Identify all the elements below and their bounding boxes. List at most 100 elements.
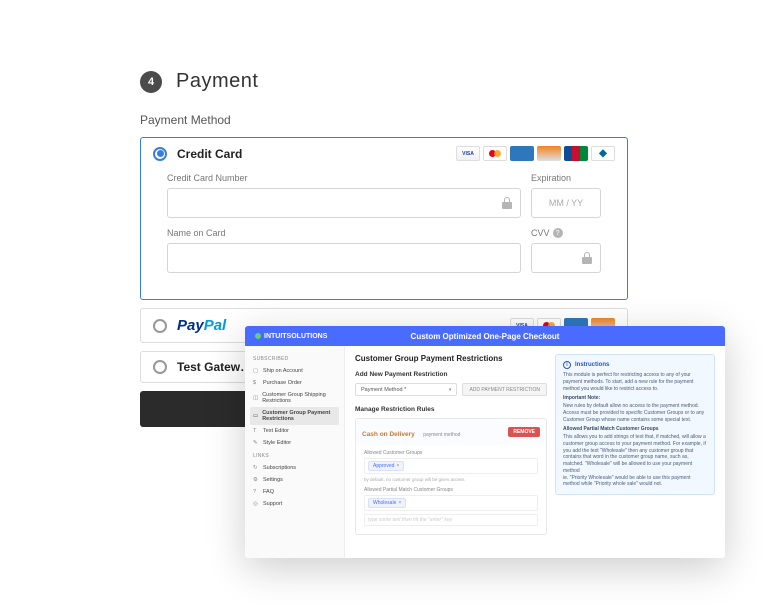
instructions-sub1: Important Note:: [563, 395, 707, 402]
paypal-logo: PayPal: [177, 317, 226, 334]
lock-icon: [582, 252, 592, 264]
cvv-input[interactable]: [531, 243, 601, 273]
instructions-p2: New rules by default allow no access to …: [563, 403, 707, 423]
help-icon[interactable]: ?: [553, 228, 563, 238]
payment-method-dropdown[interactable]: Payment Method * ▾: [355, 383, 457, 396]
partial-groups-label: Allowed Partial Match Customer Groups: [364, 487, 538, 493]
chevron-down-icon: ▾: [449, 387, 452, 393]
allowed-groups-label: Allowed Customer Groups: [364, 450, 538, 456]
add-restriction-heading: Add New Payment Restriction: [355, 371, 547, 378]
chip-approved[interactable]: Approved×: [368, 461, 404, 471]
chip-label: Wholesale: [373, 500, 396, 506]
input-placeholder: type some text then hit the "enter" key: [368, 517, 452, 523]
visa-icon: VISA: [456, 146, 480, 161]
amex-icon: [510, 146, 534, 161]
default-note: by default, no customer group will be gi…: [364, 477, 538, 482]
chip-remove-icon[interactable]: ×: [398, 500, 401, 506]
name-on-card-field: Name on Card: [167, 228, 521, 273]
card-brand-icons: VISA ◆: [456, 146, 615, 161]
payment-method-label: Payment Method: [140, 113, 628, 127]
allowed-groups-input[interactable]: Approved×: [364, 458, 538, 474]
truck-icon: ◫: [253, 395, 258, 401]
sidebar-heading-links: LINKS: [253, 453, 336, 459]
dollar-icon: $: [253, 380, 259, 386]
sidebar-item-label: Subscriptions: [263, 465, 296, 471]
expiration-placeholder: MM / YY: [549, 198, 583, 208]
sidebar-item-subscriptions[interactable]: ↻ Subscriptions: [250, 462, 339, 474]
expiration-input[interactable]: MM / YY: [531, 188, 601, 218]
brand-text: INTUITSOLUTIONS: [264, 333, 327, 340]
chip-label: Approved: [373, 463, 394, 469]
step-title: Payment: [176, 70, 258, 93]
cvv-row-label: CVV ?: [531, 228, 601, 238]
rule-subtitle: payment method: [423, 432, 460, 438]
sidebar-item-shipping-restrictions[interactable]: ◫ Customer Group Shipping Restrictions: [250, 389, 339, 407]
sidebar-item-label: FAQ: [263, 489, 274, 495]
refresh-icon: ↻: [253, 465, 259, 471]
text-input[interactable]: type some text then hit the "enter" key: [364, 514, 538, 526]
card-number-label: Credit Card Number: [167, 173, 521, 183]
payment-option-label: Credit Card: [177, 147, 242, 161]
name-on-card-label: Name on Card: [167, 228, 521, 238]
rule-name: Cash on Delivery: [362, 431, 415, 438]
question-icon: ?: [253, 489, 259, 495]
name-on-card-input[interactable]: [167, 243, 521, 273]
sidebar-item-ship-on-account[interactable]: ▢ Ship on Account: [250, 365, 339, 377]
sidebar-item-style-editor[interactable]: ✎Style Editor: [250, 437, 339, 449]
payment-option-label: Test Gatew…: [177, 360, 252, 374]
dropdown-label: Payment Method *: [361, 387, 406, 393]
page-heading: Customer Group Payment Restrictions: [355, 354, 547, 363]
sidebar-item-label: Support: [263, 501, 282, 507]
chip-remove-icon[interactable]: ×: [396, 463, 399, 469]
mastercard-icon: [483, 146, 507, 161]
add-restriction-button[interactable]: ADD PAYMENT RESTRICTION: [462, 383, 547, 396]
text-icon: T: [253, 428, 259, 434]
discover-icon: [537, 146, 561, 161]
instructions-p1: This module is perfect for restricting a…: [563, 372, 707, 392]
radio-test-gateway[interactable]: [153, 360, 167, 374]
instructions-p4: ie. "Priority Wholesale" would be able t…: [563, 475, 707, 489]
payment-option-credit-card[interactable]: Credit Card VISA ◆ Credit Card Number: [140, 137, 628, 300]
instructions-p3: This allows you to add strings of text t…: [563, 434, 707, 475]
admin-panel: INTUITSOLUTIONS Custom Optimized One-Pag…: [245, 326, 725, 558]
card-number-input[interactable]: [167, 188, 521, 218]
admin-main: Customer Group Payment Restrictions Add …: [345, 346, 725, 558]
step-header: 4 Payment: [140, 70, 628, 93]
rule-card: Cash on Delivery payment method REMOVE A…: [355, 418, 547, 535]
sidebar-item-label: Customer Group Shipping Restrictions: [262, 392, 336, 404]
sidebar-item-label: Purchase Order: [263, 380, 302, 386]
gear-icon: ⚙: [253, 477, 259, 483]
life-ring-icon: ◎: [253, 501, 259, 507]
partial-groups-input[interactable]: Wholesale×: [364, 495, 538, 511]
info-icon: i: [563, 361, 571, 369]
sidebar-item-purchase-order[interactable]: $ Purchase Order: [250, 377, 339, 389]
remove-rule-button[interactable]: REMOVE: [508, 427, 540, 437]
admin-title: Custom Optimized One-Page Checkout: [411, 332, 560, 341]
box-icon: ▢: [253, 368, 259, 374]
radio-credit-card[interactable]: [153, 147, 167, 161]
expiration-label: Expiration: [531, 173, 601, 183]
diners-icon: ◆: [591, 146, 615, 161]
expiration-field: Expiration MM / YY: [531, 173, 601, 218]
sidebar-item-label: Style Editor: [263, 440, 291, 446]
sidebar-item-label: Customer Group Payment Restrictions: [262, 410, 336, 422]
sidebar-heading-subscribed: SUBSCRIBED: [253, 356, 336, 362]
sidebar-item-faq[interactable]: ? FAQ: [250, 486, 339, 498]
jcb-icon: [564, 146, 588, 161]
sidebar-item-support[interactable]: ◎ Support: [250, 498, 339, 510]
admin-sidebar: SUBSCRIBED ▢ Ship on Account $ Purchase Or…: [245, 346, 345, 558]
chip-wholesale[interactable]: Wholesale×: [368, 498, 406, 508]
manage-rules-heading: Manage Restriction Rules: [355, 406, 547, 413]
sidebar-item-text-editor[interactable]: T Text Editor: [250, 425, 339, 437]
cvv-field: CVV ?: [531, 228, 601, 273]
admin-header: INTUITSOLUTIONS Custom Optimized One-Pag…: [245, 326, 725, 346]
card-icon: ▭: [253, 413, 258, 419]
step-number-badge: 4: [140, 71, 162, 93]
sidebar-item-label: Ship on Account: [263, 368, 303, 374]
card-number-field: Credit Card Number: [167, 173, 521, 218]
radio-paypal[interactable]: [153, 319, 167, 333]
sidebar-item-label: Settings: [263, 477, 283, 483]
sidebar-item-label: Text Editor: [263, 428, 289, 434]
sidebar-item-settings[interactable]: ⚙ Settings: [250, 474, 339, 486]
sidebar-item-payment-restrictions[interactable]: ▭ Customer Group Payment Restrictions: [250, 407, 339, 425]
